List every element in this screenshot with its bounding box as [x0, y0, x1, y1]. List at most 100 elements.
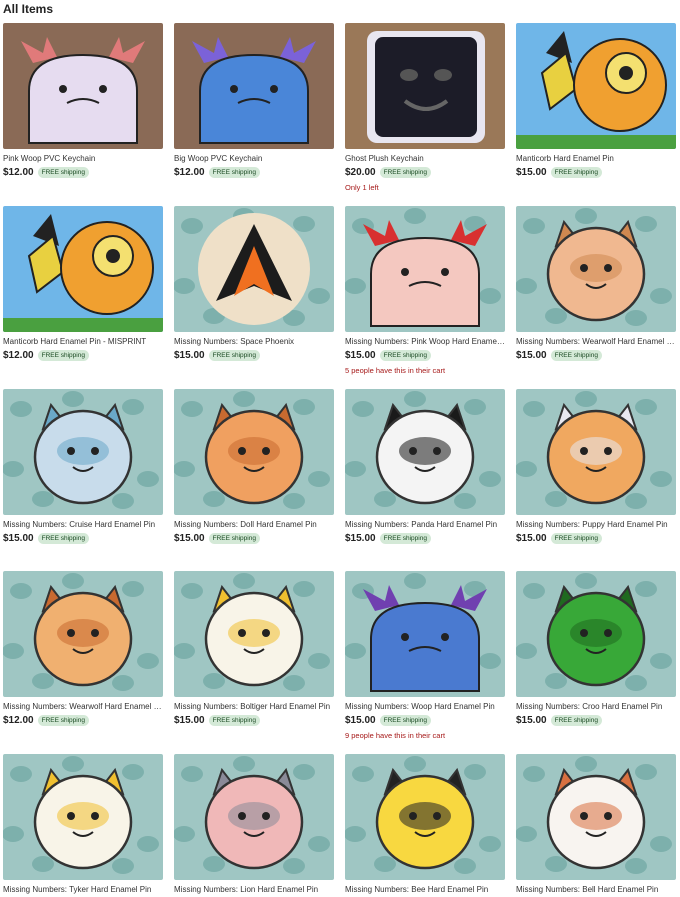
listing-price: $20.00	[345, 167, 376, 178]
price-row: $15.00 FREE shipping	[174, 349, 334, 362]
listing-image[interactable]	[345, 389, 505, 515]
wearwolf-pin-image	[3, 571, 163, 697]
free-shipping-badge: FREE shipping	[379, 167, 431, 178]
woop-keychain-image	[174, 23, 334, 149]
price-row: $15.00 FREE shipping	[345, 349, 505, 362]
listing-title[interactable]: Missing Numbers: Puppy Hard Enamel Pin	[516, 520, 676, 530]
listing-card[interactable]: Missing Numbers: Puppy Hard Enamel Pin $1…	[516, 389, 676, 545]
listing-card[interactable]: Missing Numbers: Space Phoenix $15.00 FREE…	[174, 206, 334, 362]
price-row: $12.00 FREE shipping	[3, 166, 163, 179]
listing-title[interactable]: Missing Numbers: Woop Hard Enamel Pin	[345, 702, 505, 712]
listing-title[interactable]: Missing Numbers: Doll Hard Enamel Pin	[174, 520, 334, 530]
price-row: $20.00 FREE shipping	[345, 166, 505, 179]
listing-title[interactable]: Manticorb Hard Enamel Pin - MISPRINT	[3, 337, 163, 347]
listing-image[interactable]	[345, 206, 505, 332]
listing-price: $12.00	[3, 350, 34, 361]
listing-card[interactable]: Missing Numbers: Wearwolf Hard Enamel Pi…	[516, 206, 676, 362]
listing-image[interactable]	[3, 206, 163, 332]
listing-image[interactable]	[345, 23, 505, 149]
listing-card[interactable]: Missing Numbers: Bee Hard Enamel Pin$15.…	[345, 754, 505, 897]
wearwolf-pin-image	[516, 206, 676, 332]
listing-image[interactable]	[174, 571, 334, 697]
listing-price: $15.00	[345, 715, 376, 726]
free-shipping-badge: FREE shipping	[208, 350, 260, 361]
listing-card[interactable]: Missing Numbers: Bell Hard Enamel Pin$15…	[516, 754, 676, 897]
listing-image[interactable]	[345, 754, 505, 880]
listing-card[interactable]: Missing Numbers: Woop Hard Enamel Pin $15…	[345, 571, 505, 740]
price-row: $15.00 FREE shipping	[516, 714, 676, 727]
listing-title[interactable]: Missing Numbers: Lion Hard Enamel Pin	[174, 885, 334, 895]
listing-title[interactable]: Missing Numbers: Space Phoenix	[174, 337, 334, 347]
cruise-pin-image	[3, 389, 163, 515]
listing-price: $15.00	[516, 167, 547, 178]
lion-pin-image	[174, 754, 334, 880]
listing-card[interactable]: Missing Numbers: Doll Hard Enamel Pin $15…	[174, 389, 334, 545]
listing-image[interactable]	[516, 571, 676, 697]
listing-image[interactable]	[174, 206, 334, 332]
free-shipping-badge: FREE shipping	[208, 715, 260, 726]
free-shipping-badge: FREE shipping	[379, 533, 431, 544]
listing-price: $12.00	[3, 167, 34, 178]
listing-price: $12.00	[3, 715, 34, 726]
listing-title[interactable]: Missing Numbers: Croo Hard Enamel Pin	[516, 702, 676, 712]
free-shipping-badge: FREE shipping	[37, 715, 89, 726]
listing-image[interactable]	[174, 754, 334, 880]
doll-pin-image	[174, 389, 334, 515]
price-row: $15.00 FREE shipping	[3, 532, 163, 545]
listing-card[interactable]: Ghost Plush Keychain $20.00 FREE shipping O…	[345, 23, 505, 192]
ghost-plush-image	[345, 23, 505, 149]
listing-image[interactable]	[516, 206, 676, 332]
listing-card[interactable]: Missing Numbers: Lion Hard Enamel Pin$15…	[174, 754, 334, 897]
listing-stock-note: Only 1 left	[345, 183, 379, 192]
listing-title[interactable]: Missing Numbers: Wearwolf Hard Enamel Pi…	[516, 337, 676, 347]
listing-card[interactable]: Manticorb Hard Enamel Pin $15.00 FREE ship…	[516, 23, 676, 179]
listing-image[interactable]	[516, 389, 676, 515]
listing-title[interactable]: Missing Numbers: Panda Hard Enamel Pin	[345, 520, 505, 530]
listing-image[interactable]	[174, 23, 334, 149]
listing-card[interactable]: Missing Numbers: Panda Hard Enamel Pin $1…	[345, 389, 505, 545]
price-row: $15.00 FREE shipping	[516, 349, 676, 362]
puppy-pin-image	[516, 389, 676, 515]
listing-card[interactable]: Missing Numbers: Wearwolf Hard Enamel Pi…	[3, 571, 163, 727]
free-shipping-badge: FREE shipping	[379, 350, 431, 361]
listing-image[interactable]	[3, 754, 163, 880]
listing-title[interactable]: Manticorb Hard Enamel Pin	[516, 154, 676, 164]
listing-card[interactable]: Missing Numbers: Pink Woop Hard Enamel P…	[345, 206, 505, 375]
listing-image[interactable]	[174, 389, 334, 515]
listing-image[interactable]	[345, 571, 505, 697]
listing-title[interactable]: Pink Woop PVC Keychain	[3, 154, 163, 164]
listing-image[interactable]	[3, 389, 163, 515]
listing-card[interactable]: Big Woop PVC Keychain $12.00 FREE shipping	[174, 23, 334, 179]
listing-title[interactable]: Missing Numbers: Wearwolf Hard Enamel Pi…	[3, 702, 163, 712]
listing-title[interactable]: Missing Numbers: Pink Woop Hard Enamel P…	[345, 337, 505, 347]
listing-title[interactable]: Missing Numbers: Tyker Hard Enamel Pin	[3, 885, 163, 895]
listing-title[interactable]: Ghost Plush Keychain	[345, 154, 505, 164]
listing-title[interactable]: Missing Numbers: Bee Hard Enamel Pin	[345, 885, 505, 895]
listing-image[interactable]	[3, 23, 163, 149]
listing-title[interactable]: Missing Numbers: Cruise Hard Enamel Pin	[3, 520, 163, 530]
price-row: $12.00 FREE shipping	[3, 714, 163, 727]
page-title: All Items	[3, 2, 54, 16]
listing-card[interactable]: Missing Numbers: Croo Hard Enamel Pin $15…	[516, 571, 676, 727]
manticorb-pin-image	[3, 206, 163, 332]
free-shipping-badge: FREE shipping	[37, 350, 89, 361]
free-shipping-badge: FREE shipping	[37, 167, 89, 178]
price-row: $15.00 FREE shipping	[516, 532, 676, 545]
free-shipping-badge: FREE shipping	[550, 167, 602, 178]
listing-image[interactable]	[3, 571, 163, 697]
space-phoenix-pin-image	[174, 206, 334, 332]
listing-title[interactable]: Missing Numbers: Bell Hard Enamel Pin	[516, 885, 676, 895]
listing-title[interactable]: Big Woop PVC Keychain	[174, 154, 334, 164]
listing-title[interactable]: Missing Numbers: Boltiger Hard Enamel Pi…	[174, 702, 334, 712]
free-shipping-badge: FREE shipping	[37, 533, 89, 544]
listing-card[interactable]: Missing Numbers: Tyker Hard Enamel Pin$1…	[3, 754, 163, 897]
listing-image[interactable]	[516, 754, 676, 880]
listing-card[interactable]: Manticorb Hard Enamel Pin - MISPRINT $12.…	[3, 206, 163, 362]
listing-card[interactable]: Pink Woop PVC Keychain $12.00 FREE shippin…	[3, 23, 163, 179]
free-shipping-badge: FREE shipping	[379, 715, 431, 726]
listing-card[interactable]: Missing Numbers: Boltiger Hard Enamel Pi…	[174, 571, 334, 727]
listing-image[interactable]	[516, 23, 676, 149]
listing-price: $15.00	[174, 533, 205, 544]
listing-card[interactable]: Missing Numbers: Cruise Hard Enamel Pin $…	[3, 389, 163, 545]
free-shipping-badge: FREE shipping	[550, 350, 602, 361]
